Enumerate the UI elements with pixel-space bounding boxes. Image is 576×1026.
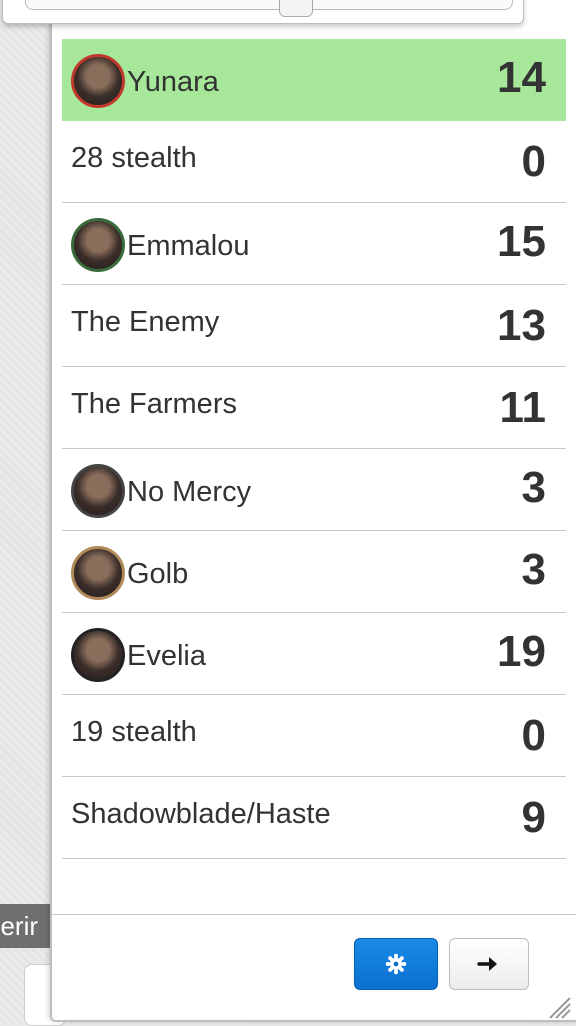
- turn-row-initiative[interactable]: 11: [499, 383, 546, 433]
- turn-row-initiative[interactable]: 14: [497, 53, 546, 103]
- turn-row-initiative[interactable]: 3: [522, 545, 546, 595]
- turn-row[interactable]: The Farmers 11: [62, 367, 566, 449]
- next-turn-button[interactable]: [449, 938, 529, 990]
- turn-row[interactable]: The Enemy 13: [62, 285, 566, 367]
- turn-row[interactable]: No Mercy 3: [62, 449, 566, 531]
- turn-row-initiative[interactable]: 19: [497, 627, 546, 677]
- turn-row-name: 28 stealth: [71, 142, 197, 174]
- turn-row-initiative[interactable]: 0: [522, 711, 546, 761]
- turn-row[interactable]: Evelia 19: [62, 613, 566, 695]
- resize-handle-icon[interactable]: [546, 994, 572, 1020]
- turn-order-list: Yunara 14 28 stealth 0 Emmalou 15 The Enemy 13 T…: [62, 39, 566, 859]
- token-avatar[interactable]: [71, 545, 125, 600]
- turn-row-name: Golb: [127, 558, 189, 590]
- turn-row-initiative[interactable]: 0: [522, 137, 546, 187]
- zoom-slider-track[interactable]: [25, 0, 513, 10]
- token-avatar[interactable]: [71, 53, 125, 108]
- turn-row-name: Shadowblade/Haste: [71, 798, 331, 830]
- turn-row-initiative[interactable]: 9: [522, 793, 546, 843]
- turn-row-name: Evelia: [127, 640, 206, 672]
- turn-row[interactable]: Yunara 14: [62, 39, 566, 121]
- background-partial-label: herir: [0, 904, 50, 948]
- gear-icon: [385, 953, 407, 975]
- zoom-slider-popup: [2, 0, 524, 24]
- arrow-right-icon: [477, 957, 497, 971]
- turn-row[interactable]: 28 stealth 0: [62, 121, 566, 203]
- turn-row[interactable]: 19 stealth 0: [62, 695, 566, 777]
- turn-row-name: Yunara: [127, 66, 219, 98]
- zoom-slider-thumb[interactable]: [279, 0, 313, 17]
- turn-row-name: The Enemy: [71, 306, 220, 338]
- settings-button[interactable]: [354, 938, 438, 990]
- turn-row-name: Emmalou: [127, 230, 250, 262]
- token-avatar[interactable]: [71, 627, 125, 682]
- turn-row[interactable]: Shadowblade/Haste 9: [62, 777, 566, 859]
- turn-row[interactable]: Emmalou 15: [62, 203, 566, 285]
- footer-divider: [52, 914, 576, 915]
- token-avatar[interactable]: [71, 217, 125, 272]
- turn-row-initiative[interactable]: 13: [497, 301, 546, 351]
- turn-row-initiative[interactable]: 3: [522, 463, 546, 513]
- turn-row[interactable]: Golb 3: [62, 531, 566, 613]
- turn-row-name: The Farmers: [71, 388, 237, 420]
- turn-row-name: No Mercy: [127, 476, 252, 508]
- turn-row-name: 19 stealth: [71, 716, 197, 748]
- token-avatar[interactable]: [71, 463, 125, 518]
- turn-row-initiative[interactable]: 15: [497, 217, 546, 267]
